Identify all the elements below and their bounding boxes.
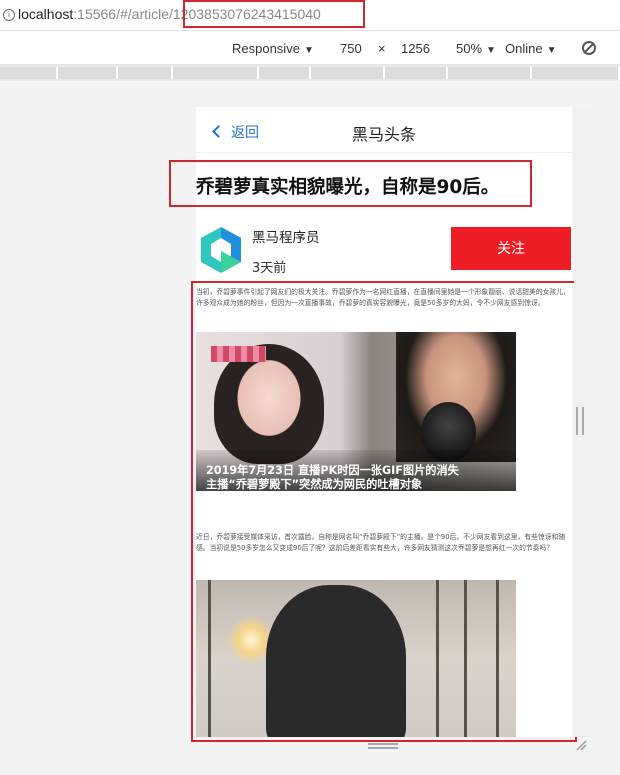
- device-preset-select[interactable]: Responsive ▼: [232, 41, 314, 56]
- url-host: localhost: [18, 6, 74, 22]
- title-highlight-box: [169, 160, 532, 207]
- zoom-select[interactable]: 50% ▼: [456, 41, 496, 56]
- device-toolbar: Responsive ▼ 750 × 1256 50% ▼ Online ▼: [0, 30, 620, 65]
- network-label: Online: [505, 41, 543, 56]
- dropdown-triangle-icon: ▼: [546, 45, 557, 56]
- bottom-resize-handle[interactable]: [368, 743, 398, 749]
- ruler-segment[interactable]: [173, 67, 259, 79]
- corner-resize-handle[interactable]: [575, 739, 587, 751]
- rotate-icon[interactable]: [582, 41, 596, 55]
- url-id-highlight-box: [183, 0, 365, 28]
- follow-button[interactable]: 关注: [451, 227, 571, 270]
- network-throttle-select[interactable]: Online ▼: [505, 41, 556, 56]
- media-query-ruler: [0, 65, 620, 81]
- zoom-label: 50%: [456, 41, 483, 56]
- right-resize-handle[interactable]: [576, 407, 584, 435]
- dropdown-triangle-icon: ▼: [486, 45, 496, 56]
- brand-logo-icon: [201, 227, 241, 273]
- content-highlight-box: [191, 281, 577, 742]
- ruler-segment[interactable]: [532, 67, 620, 79]
- device-preset-label: Responsive: [232, 41, 300, 56]
- ruler-segment[interactable]: [58, 67, 118, 79]
- ruler-segment[interactable]: [259, 67, 311, 79]
- device-width-input[interactable]: 750: [340, 41, 362, 56]
- info-icon[interactable]: i: [3, 9, 15, 21]
- url-path: :15566/#/article/: [73, 6, 173, 22]
- dimension-separator: ×: [378, 41, 386, 56]
- author-name[interactable]: 黑马程序员: [252, 226, 320, 246]
- dropdown-triangle-icon: ▼: [303, 45, 314, 56]
- ruler-segment[interactable]: [385, 67, 448, 79]
- ruler-segment[interactable]: [118, 67, 173, 79]
- ruler-segment[interactable]: [448, 67, 532, 79]
- device-height-input[interactable]: 1256: [401, 41, 430, 56]
- ruler-segment[interactable]: [311, 67, 385, 79]
- post-time: 3天前: [252, 261, 287, 276]
- nav-title: 黑马头条: [351, 125, 416, 144]
- ruler-segment[interactable]: [0, 67, 58, 79]
- nav-bar: 返回 黑马头条: [196, 107, 572, 153]
